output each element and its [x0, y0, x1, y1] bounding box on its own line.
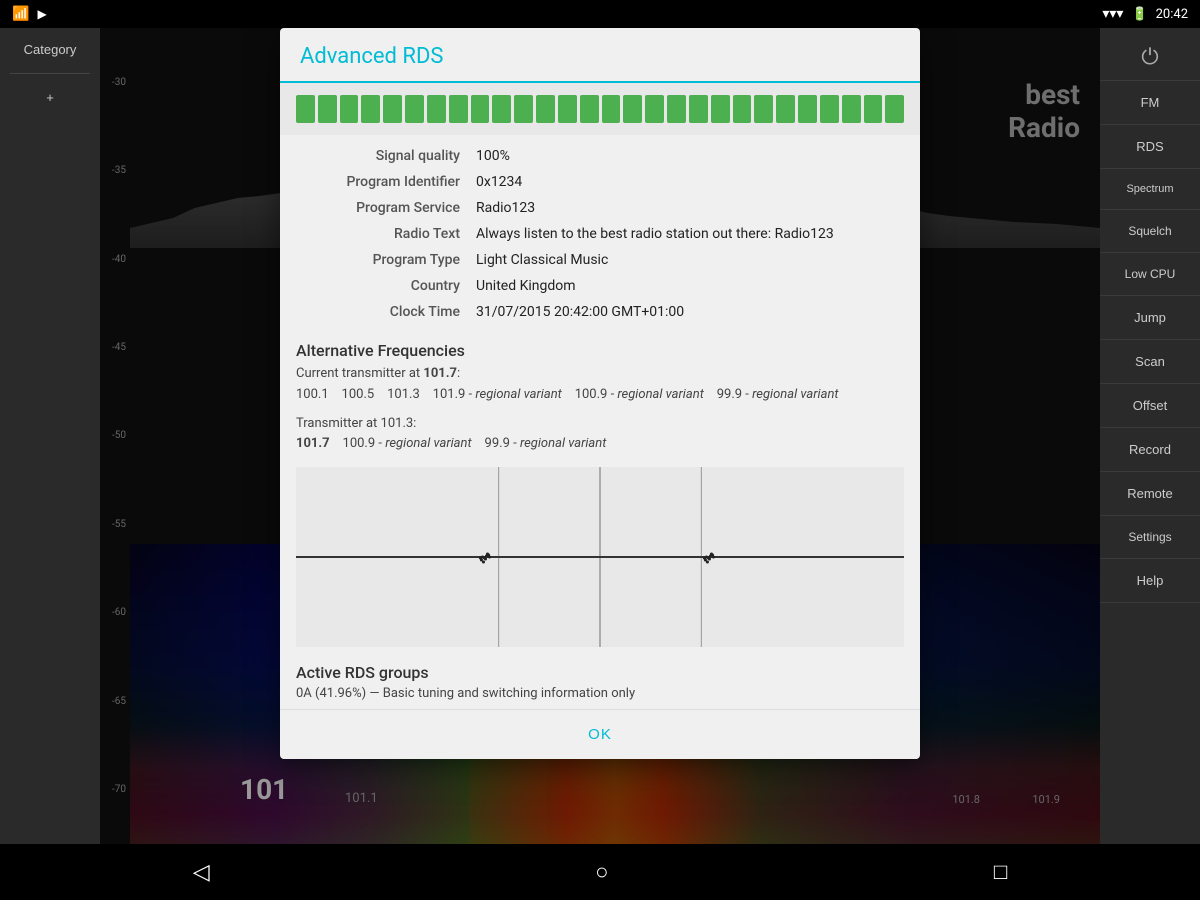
- signal-quality-row: Signal quality 100%: [296, 143, 904, 169]
- scan-button[interactable]: Scan: [1100, 340, 1200, 384]
- signal-seg-2: [318, 95, 337, 123]
- settings-button[interactable]: Settings: [1100, 516, 1200, 559]
- signal-quality-label: Signal quality: [296, 148, 476, 164]
- dialog-footer: OK: [280, 709, 920, 759]
- country-label: Country: [296, 278, 476, 294]
- signal-quality-value: 100%: [476, 148, 510, 164]
- signal-seg-18: [667, 95, 686, 123]
- program-type-row: Program Type Light Classical Music: [296, 247, 904, 273]
- signal-seg-13: [558, 95, 577, 123]
- wifi-icon: 📶: [12, 6, 29, 22]
- signal-seg-11: [514, 95, 533, 123]
- clock-time-value: 31/07/2015 20:42:00 GMT+01:00: [476, 304, 684, 320]
- signal-seg-14: [580, 95, 599, 123]
- status-bar: 📶 ▶ ▾▾▾ 🔋 20:42: [0, 0, 1200, 28]
- spectrum-button[interactable]: Spectrum: [1100, 169, 1200, 210]
- help-button[interactable]: Help: [1100, 559, 1200, 603]
- signal-seg-5: [383, 95, 402, 123]
- program-type-value: Light Classical Music: [476, 252, 608, 268]
- signal-seg-24: [798, 95, 817, 123]
- signal-seg-4: [361, 95, 380, 123]
- clock-time-row: Clock Time 31/07/2015 20:42:00 GMT+01:00: [296, 299, 904, 325]
- wifi-filled-icon: ▾▾▾: [1102, 6, 1123, 22]
- signal-segments: [296, 95, 904, 123]
- signal-seg-10: [492, 95, 511, 123]
- battery-icon: 🔋: [1131, 7, 1147, 22]
- signal-seg-9: [471, 95, 490, 123]
- offset-button[interactable]: Offset: [1100, 384, 1200, 428]
- current-transmitter-freq: 101.7: [423, 366, 457, 381]
- program-service-label: Program Service: [296, 200, 476, 216]
- recent-button[interactable]: □: [994, 859, 1007, 885]
- country-value: United Kingdom: [476, 278, 576, 294]
- alt-frequencies-section: Alternative Frequencies Current transmit…: [280, 333, 920, 459]
- play-icon: ▶: [37, 7, 46, 21]
- signal-seg-28: [885, 95, 904, 123]
- signal-seg-19: [689, 95, 708, 123]
- signal-seg-22: [754, 95, 773, 123]
- record-button[interactable]: Record: [1100, 428, 1200, 472]
- radio-text-row: Radio Text Always listen to the best rad…: [296, 221, 904, 247]
- fm-button[interactable]: FM: [1100, 81, 1200, 125]
- lowcpu-button[interactable]: Low CPU: [1100, 253, 1200, 296]
- country-row: Country United Kingdom: [296, 273, 904, 299]
- nav-bar: ◁ ○ □: [0, 844, 1200, 900]
- program-id-value: 0x1234: [476, 174, 522, 190]
- alt-freq-transmitter-at: Transmitter at 101.3:: [296, 414, 904, 435]
- active-rds-text: 0A (41.96%) — Basic tuning and switching…: [296, 686, 904, 701]
- alt-freq-current-list: 100.1 100.5 101.3 101.9 - regional varia…: [296, 385, 904, 406]
- left-sidebar: Category +: [0, 28, 100, 844]
- alt-freq-transmitter-list: 101.7 100.9 - regional variant 99.9 - re…: [296, 434, 904, 455]
- category-button[interactable]: Category: [5, 38, 95, 61]
- program-id-row: Program Identifier 0x1234: [296, 169, 904, 195]
- signal-quality-bar-container: [280, 83, 920, 135]
- active-rds-section: Active RDS groups 0A (41.96%) — Basic tu…: [280, 655, 920, 709]
- sidebar-divider: [10, 73, 90, 74]
- program-type-label: Program Type: [296, 252, 476, 268]
- jump-button[interactable]: Jump: [1100, 296, 1200, 340]
- signal-seg-16: [623, 95, 642, 123]
- signal-seg-20: [711, 95, 730, 123]
- signal-seg-1: [296, 95, 315, 123]
- program-service-value: Radio123: [476, 200, 535, 216]
- signal-seg-7: [427, 95, 446, 123]
- program-service-row: Program Service Radio123: [296, 195, 904, 221]
- signal-seg-23: [776, 95, 795, 123]
- signal-seg-15: [602, 95, 621, 123]
- right-sidebar: ⏻ FM RDS Spectrum Squelch Low CPU Jump S…: [1100, 28, 1200, 844]
- remote-button[interactable]: Remote: [1100, 472, 1200, 516]
- ok-button[interactable]: OK: [572, 722, 628, 747]
- constellation-diagram: [296, 467, 904, 647]
- signal-seg-25: [820, 95, 839, 123]
- radio-text-value: Always listen to the best radio station …: [476, 226, 834, 242]
- modal-overlay: Advanced RDS: [100, 28, 1100, 844]
- radio-text-label: Radio Text: [296, 226, 476, 242]
- dialog-title: Advanced RDS: [300, 44, 443, 69]
- add-button[interactable]: +: [5, 86, 95, 109]
- signal-seg-27: [864, 95, 883, 123]
- status-time: 20:42: [1156, 7, 1188, 22]
- advanced-rds-dialog: Advanced RDS: [280, 28, 920, 759]
- signal-seg-6: [405, 95, 424, 123]
- alt-freq-title: Alternative Frequencies: [296, 341, 904, 360]
- squelch-button[interactable]: Squelch: [1100, 210, 1200, 253]
- signal-seg-17: [645, 95, 664, 123]
- power-button[interactable]: ⏻: [1100, 34, 1200, 81]
- signal-seg-21: [733, 95, 752, 123]
- clock-time-label: Clock Time: [296, 304, 476, 320]
- alt-freq-current-transmitter: Current transmitter at 101.7:: [296, 364, 904, 385]
- program-id-label: Program Identifier: [296, 174, 476, 190]
- signal-seg-26: [842, 95, 861, 123]
- dialog-header: Advanced RDS: [280, 28, 920, 83]
- rds-button[interactable]: RDS: [1100, 125, 1200, 169]
- back-button[interactable]: ◁: [193, 859, 210, 885]
- home-button[interactable]: ○: [595, 859, 608, 885]
- signal-seg-3: [340, 95, 359, 123]
- signal-seg-8: [449, 95, 468, 123]
- signal-seg-12: [536, 95, 555, 123]
- active-rds-title: Active RDS groups: [296, 663, 904, 682]
- rds-info-table: Signal quality 100% Program Identifier 0…: [280, 135, 920, 333]
